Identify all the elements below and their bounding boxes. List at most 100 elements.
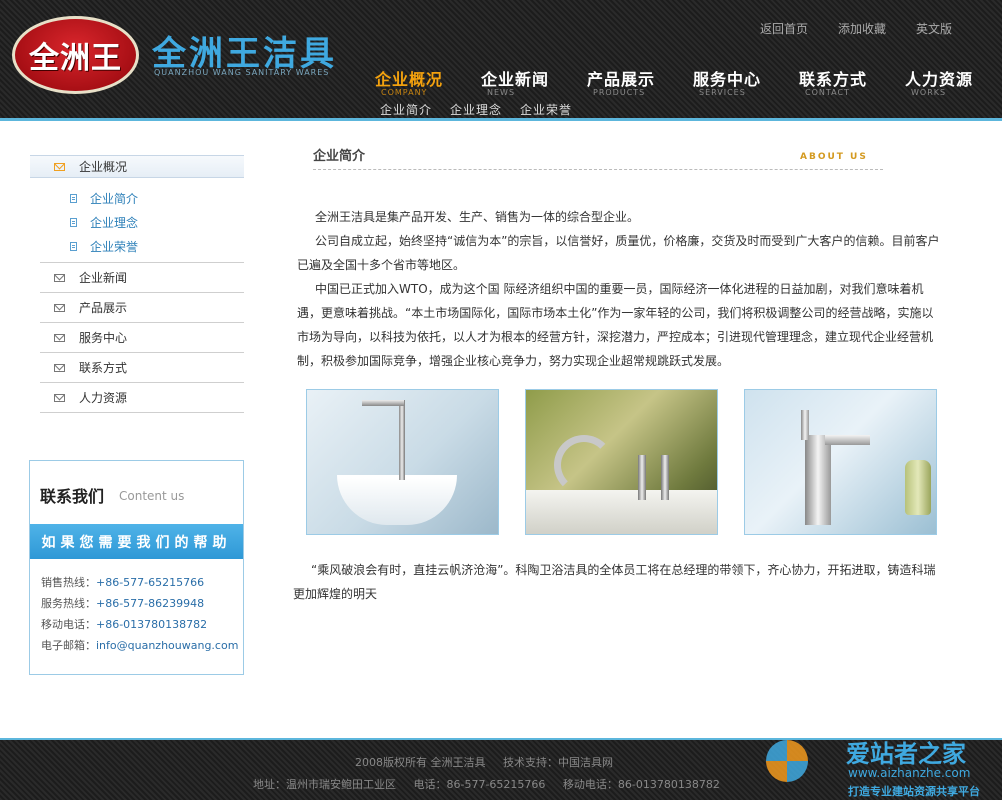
nav-item-products[interactable]: 产品展示 PRODUCTS <box>587 66 693 97</box>
sidebar-item-hr[interactable]: 人力资源 <box>40 382 244 412</box>
sidebar-head-company[interactable]: 企业概况 <box>30 155 244 178</box>
watermark-slogan: 打造专业建站资源共享平台 <box>848 785 980 798</box>
contact-title: 联系我们 <box>40 487 105 506</box>
sidebar-sub-intro[interactable]: 企业简介 <box>70 186 244 210</box>
contact-value: +86-013780138782 <box>96 618 208 631</box>
nav-item-news[interactable]: 企业新闻 NEWS <box>481 66 587 97</box>
sub-nav-honors[interactable]: 企业荣誉 <box>520 101 572 118</box>
nav-label: 联系方式 <box>799 70 868 89</box>
tub-shape <box>526 490 717 534</box>
nav-item-services[interactable]: 服务中心 SERVICES <box>693 66 799 97</box>
sidebar-item-contact[interactable]: 联系方式 <box>40 352 244 382</box>
footer-line: 2008版权所有 全洲王洁具 技术支持：中国洁具网 <box>355 754 627 770</box>
contact-value: +86-577-86239948 <box>96 597 205 610</box>
sidebar-sub-label: 企业理念 <box>90 215 139 230</box>
faucet-shape <box>801 410 809 440</box>
faucet-shape <box>638 455 646 500</box>
intro-paragraph: 中国已正式加入WTO，成为这个国 际经济组织中国的重要一员，国际经济一体化进程的… <box>297 282 934 368</box>
sidebar-head-label: 企业概况 <box>79 160 128 174</box>
intro-paragraph: 全洲王洁具是集产品开发、生产、销售为一体的综合型企业。 <box>315 210 640 224</box>
mobile-text: 移动电话：86-013780138782 <box>562 778 720 791</box>
document-icon <box>70 217 77 227</box>
logo-subtitle: QUANZHOU WANG SANITARY WARES <box>154 68 330 77</box>
intro-text: 全洲王洁具是集产品开发、生产、销售为一体的综合型企业。 公司自成立起，始终坚持“… <box>297 205 942 373</box>
footer-line: 地址：温州市瑞安鲍田工业区 电话：86-577-65215766 移动电话：86… <box>253 776 734 792</box>
sub-nav: 企业简介 企业理念 企业荣誉 <box>380 101 572 118</box>
photo-square-faucet[interactable] <box>744 389 937 535</box>
english-version-link[interactable]: 英文版 <box>916 20 952 37</box>
nav-label: 人力资源 <box>905 70 974 89</box>
contact-sales-line: 销售热线：+86-577-65215766 <box>41 574 238 595</box>
nav-label: 企业新闻 <box>481 70 550 89</box>
logo-badge-text: 全洲王 <box>29 41 122 76</box>
faucet-shape <box>661 455 669 500</box>
sidebar-sub-list: 企业简介 企业理念 企业荣誉 <box>30 178 244 262</box>
copyright-text: 2008版权所有 全洲王洁具 <box>355 756 486 769</box>
page-title: 企业简介 <box>313 149 366 164</box>
sidebar: 企业概况 企业简介 企业理念 企业荣誉 企业新闻 产品展示 服务中心 联系方式 … <box>30 155 244 413</box>
nav-item-works[interactable]: 人力资源 WORKS <box>905 66 1002 97</box>
phone-text: 电话：86-577-65215766 <box>413 778 546 791</box>
contact-mobile-line: 移动电话：+86-013780138782 <box>41 616 238 637</box>
contact-box: 联系我们 Content us 如果您需要我们的帮助 销售热线：+86-577-… <box>29 460 244 675</box>
contact-label: 销售热线： <box>41 576 96 589</box>
sidebar-item-news[interactable]: 企业新闻 <box>40 262 244 292</box>
contact-lines: 销售热线：+86-577-65215766 服务热线：+86-577-86239… <box>41 574 238 658</box>
document-icon <box>70 193 77 203</box>
contact-banner: 如果您需要我们的帮助 <box>30 524 243 559</box>
contact-banner-text: 如果您需要我们的帮助 <box>41 534 232 551</box>
watermark-url: www.aizhanzhe.com <box>848 766 971 780</box>
faucet-shape <box>399 400 405 480</box>
contact-title-en: Content us <box>119 489 185 503</box>
title-divider <box>313 169 883 170</box>
sidebar-sub-label: 企业荣誉 <box>90 239 139 254</box>
page-title-en: ABOUT US <box>800 152 868 162</box>
address-text: 地址：温州市瑞安鲍田工业区 <box>253 778 396 791</box>
closing-text: “乘风破浪会有时，直挂云帆济沧海”。科陶卫浴洁具的全体员工将在总经理的带领下，齐… <box>293 563 936 601</box>
sidebar-item-label: 联系方式 <box>79 361 128 375</box>
envelope-icon <box>54 393 65 402</box>
faucet-shape <box>805 435 831 525</box>
sidebar-item-label: 产品展示 <box>79 301 128 315</box>
photo-bath-tap[interactable] <box>525 389 718 535</box>
nav-item-contact[interactable]: 联系方式 CONTACT <box>799 66 905 97</box>
contact-email-line: 电子邮箱：info@quanzhouwang.com <box>41 637 238 658</box>
envelope-icon <box>54 162 65 171</box>
faucet-shape <box>825 435 870 445</box>
document-icon <box>70 241 77 251</box>
intro-paragraph: 公司自成立起，始终坚持“诚信为本”的宗旨，以信誉好，质量优，价格廉，交货及时而受… <box>297 234 940 272</box>
contact-service-line: 服务热线：+86-577-86239948 <box>41 595 238 616</box>
sidebar-sub-philosophy[interactable]: 企业理念 <box>70 210 244 234</box>
sidebar-item-services[interactable]: 服务中心 <box>40 322 244 352</box>
sidebar-item-label: 企业新闻 <box>79 271 128 285</box>
envelope-icon <box>54 363 65 372</box>
faucet-shape <box>554 435 614 495</box>
envelope-icon <box>54 273 65 282</box>
top-links: 返回首页 添加收藏 英文版 <box>760 20 952 37</box>
home-link[interactable]: 返回首页 <box>760 20 808 37</box>
logo-badge[interactable]: 全洲王 <box>12 16 139 94</box>
watermark-title: 爱站者之家 <box>846 740 966 768</box>
contact-label: 移动电话： <box>41 618 96 631</box>
bookmark-link[interactable]: 添加收藏 <box>838 20 886 37</box>
envelope-icon <box>54 333 65 342</box>
sidebar-item-products[interactable]: 产品展示 <box>40 292 244 322</box>
photo-basin-faucet[interactable] <box>306 389 499 535</box>
sub-nav-intro[interactable]: 企业简介 <box>380 101 432 118</box>
contact-email-link[interactable]: info@quanzhouwang.com <box>96 639 238 652</box>
nav-label: 服务中心 <box>693 70 762 89</box>
nav-label-en: PRODUCTS <box>593 88 646 97</box>
bottle-shape <box>905 460 931 515</box>
sidebar-item-label: 服务中心 <box>79 331 128 345</box>
nav-item-company[interactable]: 企业概况 COMPANY <box>375 66 481 97</box>
watermark-logo-icon <box>766 740 808 782</box>
main-nav: 企业概况 COMPANY 企业新闻 NEWS 产品展示 PRODUCTS 服务中… <box>375 66 1002 97</box>
contact-label: 电子邮箱： <box>41 639 96 652</box>
envelope-icon <box>54 303 65 312</box>
contact-label: 服务热线： <box>41 597 96 610</box>
sub-nav-philosophy[interactable]: 企业理念 <box>450 101 502 118</box>
product-photos <box>306 389 937 535</box>
nav-label: 产品展示 <box>587 70 656 89</box>
sidebar-sub-label: 企业简介 <box>90 191 139 206</box>
sidebar-sub-honors[interactable]: 企业荣誉 <box>70 234 244 258</box>
